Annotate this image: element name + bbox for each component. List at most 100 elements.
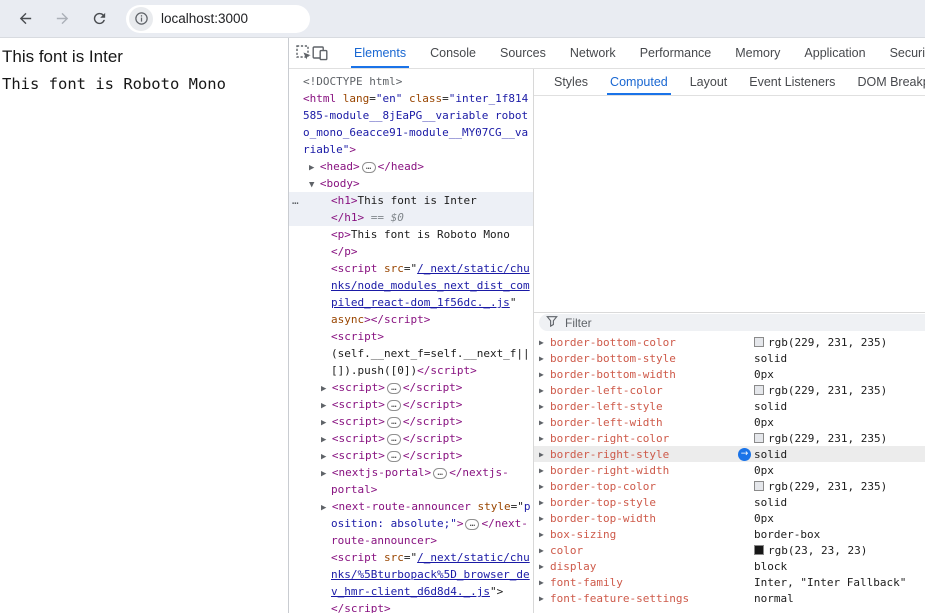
- tab-layout[interactable]: Layout: [679, 69, 739, 95]
- tree-arrow-icon[interactable]: ▶: [309, 163, 320, 173]
- tree-arrow-icon[interactable]: ▶: [321, 452, 332, 462]
- property-expand-icon[interactable]: ▶: [539, 546, 550, 555]
- elements-tree-row[interactable]: ▶ <script>…</script>: [289, 447, 533, 464]
- elements-tree-row[interactable]: ▶ <nextjs-portal>…</nextjs-: [289, 464, 533, 481]
- tab-network[interactable]: Network: [558, 38, 628, 68]
- elements-tree-row[interactable]: ▶ <head>…</head>: [289, 158, 533, 175]
- computed-property-row[interactable]: ▶border-top-stylesolid: [534, 494, 925, 510]
- tree-arrow-icon[interactable]: ▼: [309, 180, 320, 190]
- property-expand-icon[interactable]: ▶: [539, 482, 550, 491]
- code-link[interactable]: v_hmr-client_d6d8d4._.js: [331, 585, 490, 598]
- property-expand-icon[interactable]: ▶: [539, 594, 550, 603]
- expand-badge-icon[interactable]: …: [387, 417, 401, 428]
- elements-tree-row[interactable]: []).push([0])</script>: [289, 362, 533, 379]
- elements-tree-row[interactable]: <p>This font is Roboto Mono: [289, 226, 533, 243]
- expand-badge-icon[interactable]: …: [362, 162, 376, 173]
- code-link[interactable]: nks/%5Bturbopack%5D_browser_de: [331, 568, 530, 581]
- url-text[interactable]: localhost:3000: [161, 11, 248, 26]
- tab-memory[interactable]: Memory: [723, 38, 792, 68]
- elements-tree-row[interactable]: <script src="/_next/static/chu: [289, 549, 533, 566]
- expand-badge-icon[interactable]: …: [433, 468, 447, 479]
- color-swatch[interactable]: [754, 385, 764, 395]
- tab-computed[interactable]: Computed: [599, 69, 679, 95]
- site-info-icon[interactable]: [129, 7, 153, 31]
- tab-application[interactable]: Application: [792, 38, 877, 68]
- tree-arrow-icon[interactable]: ▶: [321, 401, 332, 411]
- jump-to-style-icon[interactable]: →: [738, 448, 751, 461]
- computed-property-row[interactable]: ▶border-top-width0px: [534, 510, 925, 526]
- tab-sources[interactable]: Sources: [488, 38, 558, 68]
- code-link[interactable]: piled_react-dom_1f56dc._.js: [331, 296, 510, 309]
- tab-security[interactable]: Security: [878, 38, 925, 68]
- expand-badge-icon[interactable]: …: [387, 400, 401, 411]
- computed-property-row[interactable]: ▶border-left-colorrgb(229, 231, 235): [534, 382, 925, 398]
- computed-property-row[interactable]: ▶border-bottom-colorrgb(229, 231, 235): [534, 334, 925, 350]
- property-expand-icon[interactable]: ▶: [539, 530, 550, 539]
- color-swatch[interactable]: [754, 337, 764, 347]
- computed-property-row[interactable]: ▶border-left-width0px: [534, 414, 925, 430]
- elements-tree-row[interactable]: nks/%5Bturbopack%5D_browser_de: [289, 566, 533, 583]
- property-expand-icon[interactable]: ▶: [539, 418, 550, 427]
- code-link[interactable]: nks/node_modules_next_dist_com: [331, 279, 530, 292]
- elements-tree-row[interactable]: ▶ <script>…</script>: [289, 379, 533, 396]
- property-expand-icon[interactable]: ▶: [539, 370, 550, 379]
- elements-tree-row[interactable]: ▶ <script>…</script>: [289, 396, 533, 413]
- property-expand-icon[interactable]: ▶: [539, 450, 550, 459]
- elements-tree-row[interactable]: route-announcer>: [289, 532, 533, 549]
- elements-tree-row[interactable]: osition: absolute;">…</next-: [289, 515, 533, 532]
- color-swatch[interactable]: [754, 545, 764, 555]
- elements-tree-row[interactable]: ▶ <script>…</script>: [289, 430, 533, 447]
- computed-property-row[interactable]: ▶displayblock: [534, 558, 925, 574]
- computed-property-row[interactable]: ▶border-bottom-width0px: [534, 366, 925, 382]
- elements-tree-row[interactable]: ▶ <script>…</script>: [289, 413, 533, 430]
- property-expand-icon[interactable]: ▶: [539, 562, 550, 571]
- elements-tree-row[interactable]: (self.__next_f=self.__next_f||: [289, 345, 533, 362]
- computed-property-row[interactable]: ▶font-feature-settingsnormal: [534, 590, 925, 606]
- property-expand-icon[interactable]: ▶: [539, 514, 550, 523]
- elements-tree-row[interactable]: <html lang="en" class="inter_1f814: [289, 90, 533, 107]
- elements-tree-row[interactable]: …<h1>This font is Inter: [289, 192, 533, 209]
- address-bar[interactable]: localhost:3000: [126, 5, 310, 33]
- color-swatch[interactable]: [754, 481, 764, 491]
- elements-tree-row[interactable]: 585-module__8jEaPG__variable robot: [289, 107, 533, 124]
- property-expand-icon[interactable]: ▶: [539, 338, 550, 347]
- elements-tree-row[interactable]: ▼ <body>: [289, 175, 533, 192]
- reload-icon[interactable]: [87, 7, 111, 31]
- expand-badge-icon[interactable]: …: [465, 519, 479, 530]
- expand-badge-icon[interactable]: …: [387, 383, 401, 394]
- elements-tree-row[interactable]: nks/node_modules_next_dist_com: [289, 277, 533, 294]
- tree-arrow-icon[interactable]: ▶: [321, 469, 332, 479]
- tab-console[interactable]: Console: [418, 38, 488, 68]
- computed-property-row[interactable]: ▶border-right-width0px: [534, 462, 925, 478]
- tab-dom-breakpoints[interactable]: DOM Breakpoints: [846, 69, 925, 95]
- elements-tree-row[interactable]: riable">: [289, 141, 533, 158]
- elements-tree-row[interactable]: </script>: [289, 600, 533, 613]
- back-icon[interactable]: [13, 7, 37, 31]
- property-expand-icon[interactable]: ▶: [539, 498, 550, 507]
- computed-property-row[interactable]: ▶colorrgb(23, 23, 23): [534, 542, 925, 558]
- computed-property-row[interactable]: ▶box-sizingborder-box: [534, 526, 925, 542]
- elements-tree-row[interactable]: <script>: [289, 328, 533, 345]
- computed-property-row[interactable]: ▶border-right-style→solid: [534, 446, 925, 462]
- elements-tree-row[interactable]: </h1> == $0: [289, 209, 533, 226]
- elements-tree-row[interactable]: portal>: [289, 481, 533, 498]
- tree-arrow-icon[interactable]: ▶: [321, 503, 332, 513]
- tree-arrow-icon[interactable]: ▶: [321, 384, 332, 394]
- tab-elements[interactable]: Elements: [342, 38, 418, 68]
- computed-property-row[interactable]: ▶border-left-stylesolid: [534, 398, 925, 414]
- inspect-element-icon[interactable]: [296, 40, 312, 66]
- elements-tree-row[interactable]: o_mono_6eacce91-module__MY07CG__va: [289, 124, 533, 141]
- property-expand-icon[interactable]: ▶: [539, 402, 550, 411]
- computed-property-row[interactable]: ▶border-top-colorrgb(229, 231, 235): [534, 478, 925, 494]
- filter-input[interactable]: Filter: [539, 314, 925, 331]
- property-expand-icon[interactable]: ▶: [539, 354, 550, 363]
- forward-icon[interactable]: [50, 7, 74, 31]
- elements-tree-row[interactable]: <!DOCTYPE html>: [289, 73, 533, 90]
- code-link[interactable]: /_next/static/chu: [417, 262, 530, 275]
- property-expand-icon[interactable]: ▶: [539, 578, 550, 587]
- elements-tree-row[interactable]: </p>: [289, 243, 533, 260]
- elements-tree-row[interactable]: v_hmr-client_d6d8d4._.js">: [289, 583, 533, 600]
- tab-event-listeners[interactable]: Event Listeners: [738, 69, 846, 95]
- device-toolbar-icon[interactable]: [312, 40, 328, 66]
- expand-badge-icon[interactable]: …: [387, 451, 401, 462]
